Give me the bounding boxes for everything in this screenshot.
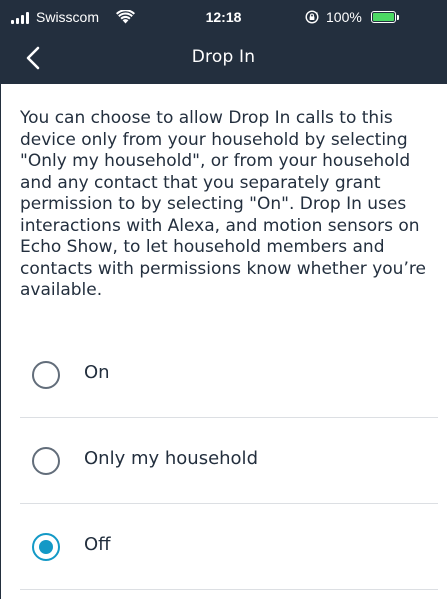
status-bar: Swisscom 12:18 100% <box>0 0 447 34</box>
radio-button-on[interactable] <box>32 361 60 389</box>
option-only-my-household[interactable]: Only my household <box>20 418 438 504</box>
option-off[interactable]: Off <box>20 504 438 590</box>
page-title: Drop In <box>191 47 256 67</box>
option-on[interactable]: On <box>20 332 438 418</box>
battery-icon <box>371 11 396 23</box>
left-edge-border <box>0 84 1 599</box>
drop-in-description: You can choose to allow Drop In calls to… <box>20 108 426 300</box>
battery-nub <box>397 15 399 20</box>
radio-button-off[interactable] <box>32 533 60 561</box>
option-label-off: Off <box>84 534 111 555</box>
drop-in-settings: You can choose to allow Drop In calls to… <box>0 84 447 599</box>
battery-percent: 100% <box>326 9 362 25</box>
option-label-only-my-household: Only my household <box>84 448 258 469</box>
divider <box>20 589 438 590</box>
option-label-on: On <box>84 362 110 383</box>
rotation-lock-icon <box>305 10 319 24</box>
app-header: Swisscom 12:18 100% Drop In <box>0 0 447 84</box>
navigation-bar: Drop In <box>0 34 447 84</box>
radio-button-only-my-household[interactable] <box>32 447 60 475</box>
